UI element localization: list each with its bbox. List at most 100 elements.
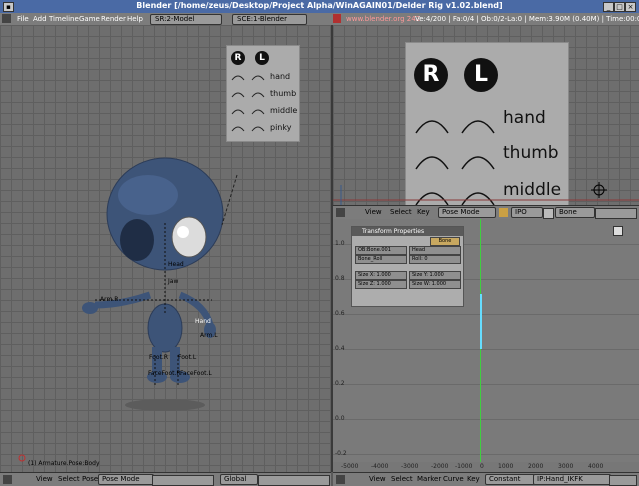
panel-field[interactable]: OB:Bone.001 <box>355 246 407 255</box>
fk-ik-switch-icons[interactable] <box>230 70 270 136</box>
ipo-channel-marker[interactable] <box>613 226 623 236</box>
left-side-badge-large[interactable]: L <box>464 58 498 92</box>
panel-field[interactable]: Size X: 1.000 <box>355 271 407 280</box>
ipo-object-icon[interactable] <box>499 208 508 217</box>
widget-row-hand-large: hand <box>503 108 546 128</box>
rig-widget-left: R L hand thumb middle pinky <box>226 45 300 142</box>
3d-cursor-icon <box>18 454 26 462</box>
ipo-x-label: 1000 <box>498 463 514 470</box>
bone-label-facefoot-l: FaceFoot.L <box>180 370 212 377</box>
widget-row-pinky: pinky <box>270 123 292 132</box>
bone-label-jaw: Jaw <box>168 278 179 285</box>
ipo-curve-segment[interactable] <box>480 294 482 349</box>
widget-row-thumb: thumb <box>270 89 297 98</box>
ipo-y-label: 1.0 <box>335 240 345 247</box>
window-title: Blender [/home/zeus/Desktop/Project Alph… <box>136 1 503 10</box>
ipo-editor-header: View Select Key Pose Mode IPO Bone <box>333 205 639 220</box>
scene-selector[interactable]: SCE:1-Blender <box>232 14 307 25</box>
editor-type-icon-bottom[interactable] <box>336 475 345 484</box>
ipo-bottom-header: View Select Marker Curve Key Constant IP… <box>333 472 639 486</box>
close-icon[interactable]: × <box>625 2 636 12</box>
interpolation-selector[interactable]: Constant <box>485 474 535 485</box>
rig-widget-link <box>221 174 238 226</box>
panel-header[interactable]: Transform Properties <box>352 227 463 236</box>
ipo-bottom-view[interactable]: View <box>367 475 388 484</box>
editor-type-icon-ipo[interactable] <box>336 208 345 217</box>
ipo-mode-selector[interactable]: Pose Mode <box>438 207 496 218</box>
ipo-x-label: -2000 <box>431 463 449 470</box>
right-side-badge-large[interactable]: R <box>414 58 448 92</box>
minimize-icon[interactable]: _ <box>603 2 614 12</box>
eye-glint <box>177 226 189 238</box>
layer-buttons[interactable] <box>258 475 330 486</box>
ipo-x-label: -1000 <box>455 463 473 470</box>
menu-help[interactable]: Help <box>124 14 146 24</box>
character-hand-right <box>82 302 98 314</box>
panel-field[interactable]: Size Y: 1.000 <box>409 271 461 280</box>
zoom-buttons[interactable] <box>595 208 637 219</box>
transform-properties-panel: Transform Properties Bone OB:Bone.001 He… <box>351 226 464 307</box>
panel-field[interactable]: Bone_Roll <box>355 255 407 264</box>
ipo-x-label: 0 <box>480 463 484 470</box>
widget-row-middle: middle <box>270 106 298 115</box>
ipo-bottom-curve[interactable]: Curve <box>441 475 466 484</box>
screen-selector[interactable]: SR:2-Model <box>150 14 222 25</box>
ipo-menu-view[interactable]: View <box>363 208 384 217</box>
ipo-y-label: -0.2 <box>335 450 347 457</box>
widget-row-hand: hand <box>270 72 291 81</box>
scene-stats: Ve:4/200 | Fa:0/4 | Ob:0/2-La:0 | Mem:3.… <box>415 15 639 23</box>
3d-menu-view[interactable]: View <box>34 475 55 484</box>
ipo-channel-selector[interactable]: IPO <box>511 207 543 218</box>
ipo-bottom-key[interactable]: Key <box>465 475 482 484</box>
ipo-x-axis: -5000 -4000 -3000 -2000 -1000 0 1000 200… <box>333 462 639 472</box>
ipo-menu-key[interactable]: Key <box>415 208 432 217</box>
ipo-extra-buttons[interactable] <box>609 475 637 486</box>
bone-label-arm-r: Arm.R <box>100 296 119 303</box>
panel-tab-bone[interactable]: Bone <box>430 237 460 246</box>
active-object-label: (1) Armature.Pose:Body <box>28 460 100 467</box>
editor-type-icon-3d[interactable] <box>3 475 12 484</box>
bone-label-arm-l: Arm.L <box>200 332 218 339</box>
ipo-x-label: -3000 <box>401 463 419 470</box>
ipo-x-label: 3000 <box>558 463 574 470</box>
panel-field[interactable]: Head <box>409 246 461 255</box>
left-side-badge[interactable]: L <box>255 51 269 65</box>
ipo-y-label: 0.6 <box>335 310 345 317</box>
ipo-y-label: 0.0 <box>335 415 345 422</box>
bone-label-head: Head <box>168 261 184 268</box>
character-eye-right <box>120 219 154 261</box>
ipo-key-selector[interactable]: Bone <box>555 207 595 218</box>
ground-shadow <box>125 399 205 411</box>
3d-view-header: View Select Pose Pose Mode Global <box>0 472 331 486</box>
3d-viewport-right[interactable]: R L hand thumb middle <box>333 25 639 207</box>
pivot-selector[interactable]: Global <box>220 474 258 485</box>
widget-row-thumb-large: thumb <box>503 143 559 163</box>
3d-viewport-left[interactable]: Hand Arm.L Arm.R Foot.L Foot.R FaceFoot.… <box>0 25 333 472</box>
panel-field[interactable]: Size W: 1.000 <box>409 280 461 289</box>
ipo-x-label: 4000 <box>588 463 604 470</box>
blender-logo-icon <box>333 14 341 23</box>
ipo-menu-select[interactable]: Select <box>388 208 414 217</box>
ipo-y-label: 0.4 <box>335 345 345 352</box>
bone-label-facefoot-r: FaceFoot.R <box>148 370 181 377</box>
ipo-block-selector[interactable]: IP:Hand_IKFK <box>533 474 611 485</box>
panel-title: Transform Properties <box>362 228 425 235</box>
right-side-badge[interactable]: R <box>231 51 245 65</box>
ipo-x-label: -5000 <box>341 463 359 470</box>
ipo-bottom-marker[interactable]: Marker <box>415 475 443 484</box>
3d-menu-select[interactable]: Select <box>56 475 82 484</box>
panel-field[interactable]: Size Z: 1.000 <box>355 280 407 289</box>
draw-mode-buttons[interactable] <box>152 475 214 486</box>
maximize-icon[interactable]: □ <box>614 2 625 12</box>
panel-field[interactable]: Roll: 0 <box>409 255 461 264</box>
ipo-bottom-select[interactable]: Select <box>389 475 415 484</box>
head-highlight <box>118 175 178 215</box>
ipo-y-label: 0.8 <box>335 275 345 282</box>
ipo-x-label: 2000 <box>528 463 544 470</box>
lock-icon[interactable] <box>543 208 554 219</box>
bone-label-hand: Hand <box>195 318 211 325</box>
editor-type-icon[interactable] <box>2 14 11 23</box>
ipo-x-label: -4000 <box>371 463 389 470</box>
bone-label-foot-l: Foot.L <box>178 354 197 361</box>
mode-selector[interactable]: Pose Mode <box>98 474 154 485</box>
